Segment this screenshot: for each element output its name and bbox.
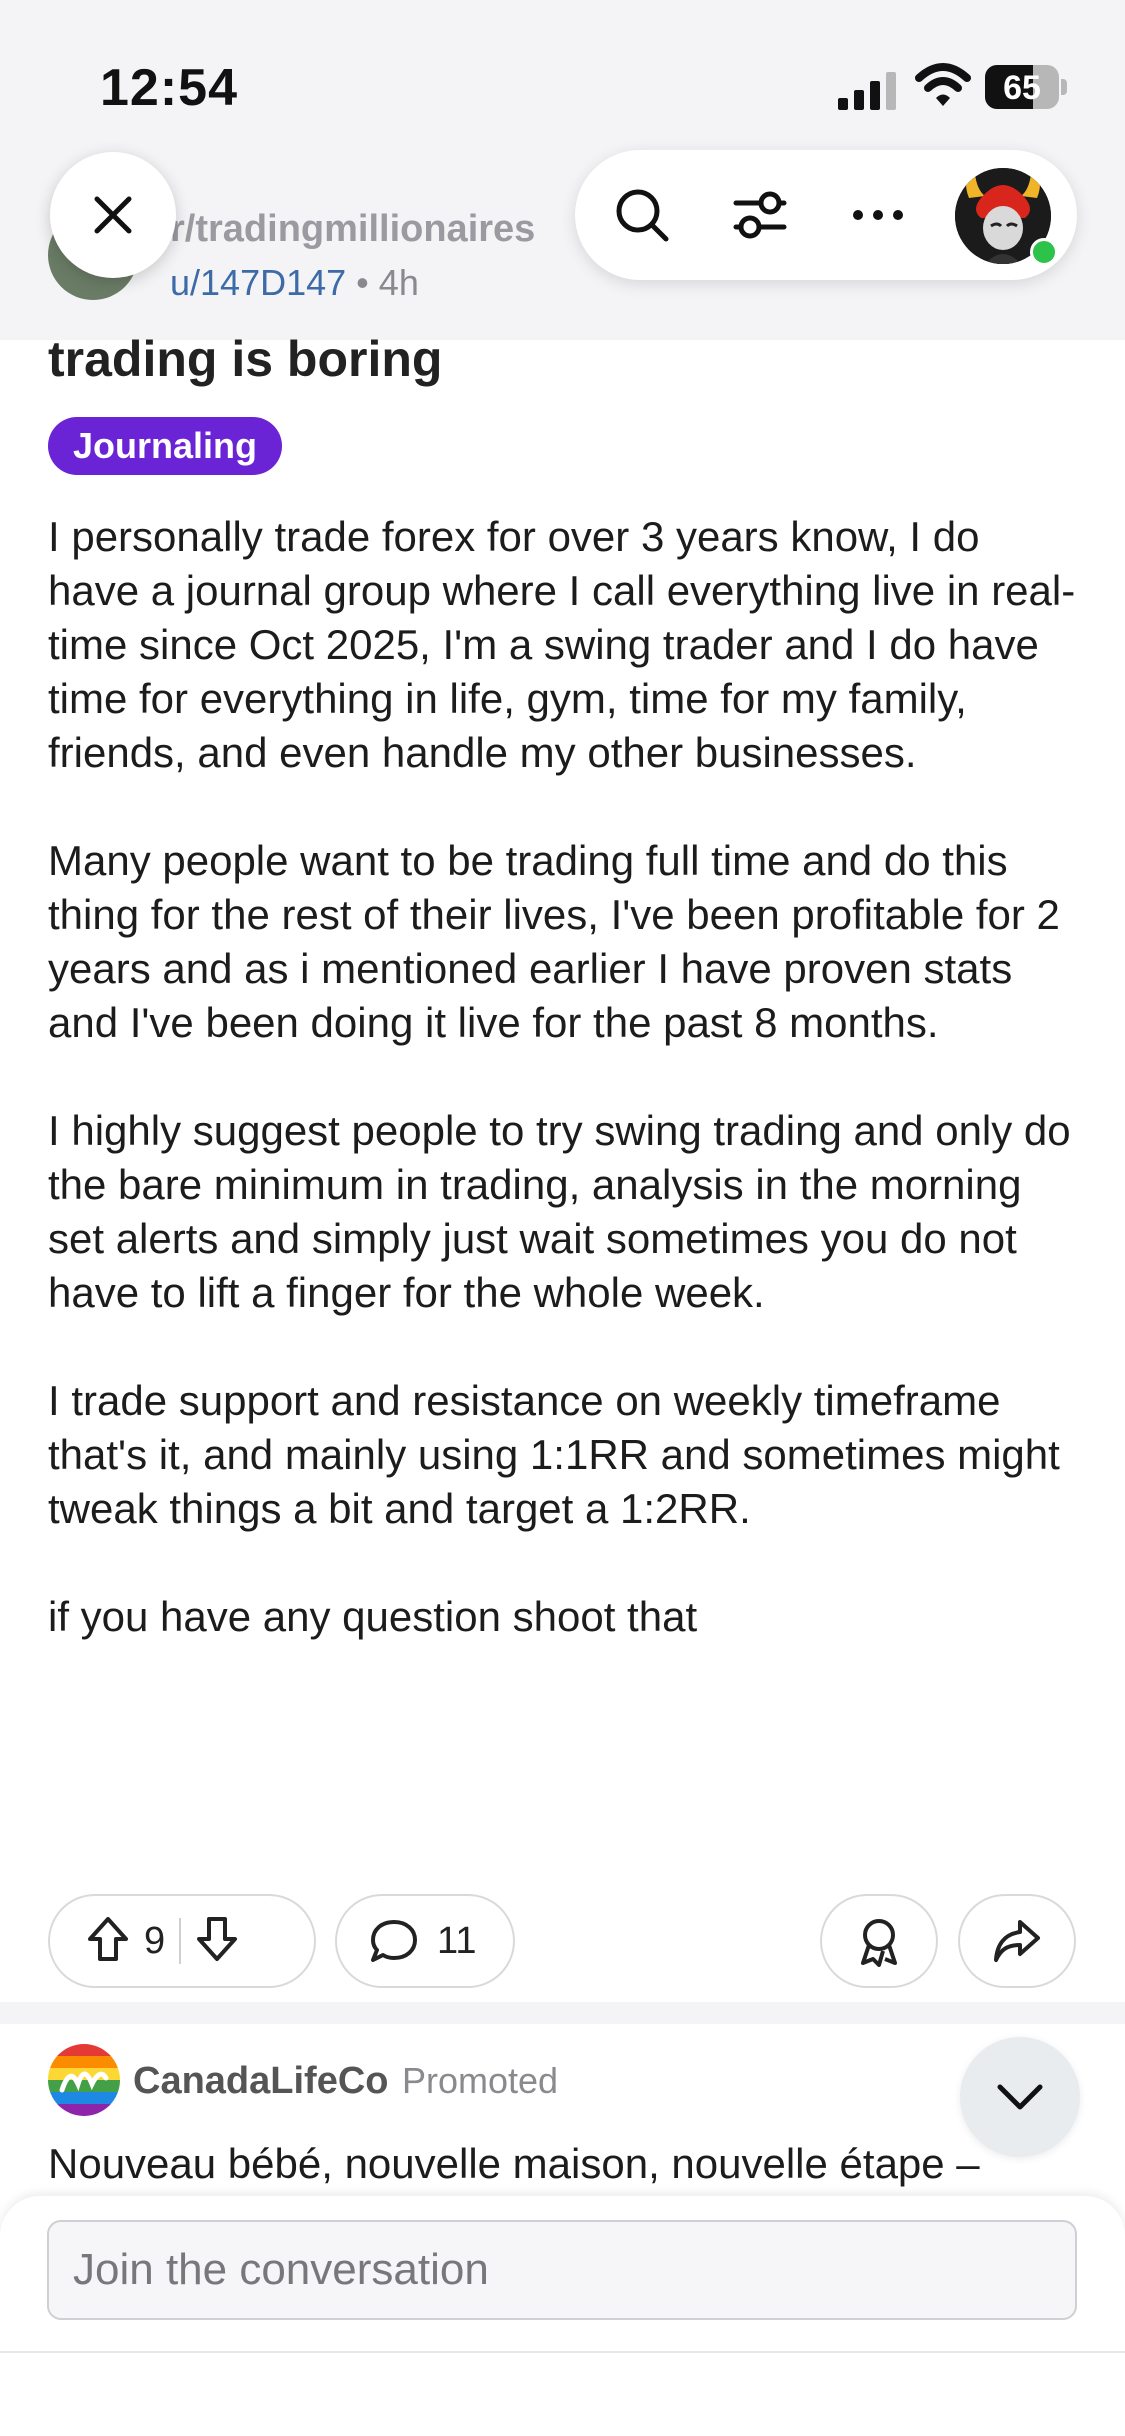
author-line: u/147D147 • 4h [170, 262, 419, 304]
filter-sliders-icon [733, 191, 787, 239]
downvote-button[interactable] [195, 1915, 239, 1968]
post-paragraph: Many people want to be trading full time… [48, 837, 1060, 1046]
vote-control: 9 [48, 1894, 316, 1988]
separator-dot: • [356, 262, 369, 303]
section-separator [0, 2002, 1125, 2024]
close-icon [94, 196, 132, 234]
post-paragraph: I personally trade forex for over 3 year… [48, 513, 1076, 776]
share-arrow-icon [994, 1920, 1040, 1962]
scroll-next-button[interactable] [960, 2037, 1080, 2157]
upvote-arrow-icon [88, 1916, 128, 1961]
comment-composer [0, 2196, 1125, 2436]
post-paragraph: if you have any question shoot that [48, 1593, 698, 1640]
advertiser-logo[interactable] [48, 2044, 120, 2116]
chevron-down-icon [997, 2084, 1043, 2110]
upvote-button[interactable] [86, 1915, 130, 1968]
cellular-signal-icon [838, 72, 896, 110]
battery-percent: 65 [1003, 69, 1041, 107]
canada-life-logo-icon [48, 2044, 120, 2116]
comments-button[interactable]: 11 [335, 1894, 515, 1988]
post-body: I personally trade forex for over 3 year… [48, 510, 1078, 1698]
search-button[interactable] [602, 175, 682, 255]
subreddit-name[interactable]: r/tradingmillionaires [170, 208, 535, 251]
search-icon [616, 189, 669, 242]
more-options-button[interactable] [838, 175, 918, 255]
downvote-arrow-icon [197, 1916, 238, 1961]
comment-bubble-icon [371, 1920, 417, 1962]
bottom-divider [0, 2351, 1125, 2353]
share-button[interactable] [958, 1894, 1076, 1988]
post-flair[interactable]: Journaling [48, 417, 283, 475]
close-button[interactable] [50, 152, 176, 278]
status-bar: 12:54 65 [0, 0, 1125, 150]
comment-count: 11 [437, 1919, 477, 1962]
award-icon [861, 1919, 897, 1967]
more-dots-icon [853, 210, 903, 220]
post-paragraph: I trade support and resistance on weekly… [48, 1377, 1060, 1532]
online-status-dot [1030, 238, 1058, 266]
top-actions-bar [575, 150, 1077, 280]
author-link[interactable]: u/147D147 [170, 262, 346, 303]
post-age: 4h [378, 262, 419, 303]
post-title: trading is boring [48, 331, 443, 387]
advertiser-name[interactable]: CanadaLifeCo [133, 2060, 388, 2103]
upvote-count: 9 [144, 1919, 166, 1962]
sort-filter-button[interactable] [720, 175, 800, 255]
ad-headline[interactable]: Nouveau bébé, nouvelle maison, nouvelle … [48, 2140, 1088, 2188]
promoted-label: Promoted [402, 2060, 559, 2101]
award-button[interactable] [820, 1894, 938, 1988]
post-paragraph: I highly suggest people to try swing tra… [48, 1107, 1071, 1316]
wifi-icon [915, 63, 971, 106]
status-time: 12:54 [100, 59, 238, 117]
comment-input[interactable] [47, 2220, 1077, 2320]
vote-divider [179, 1918, 182, 1964]
battery-icon: 65 [985, 65, 1067, 109]
